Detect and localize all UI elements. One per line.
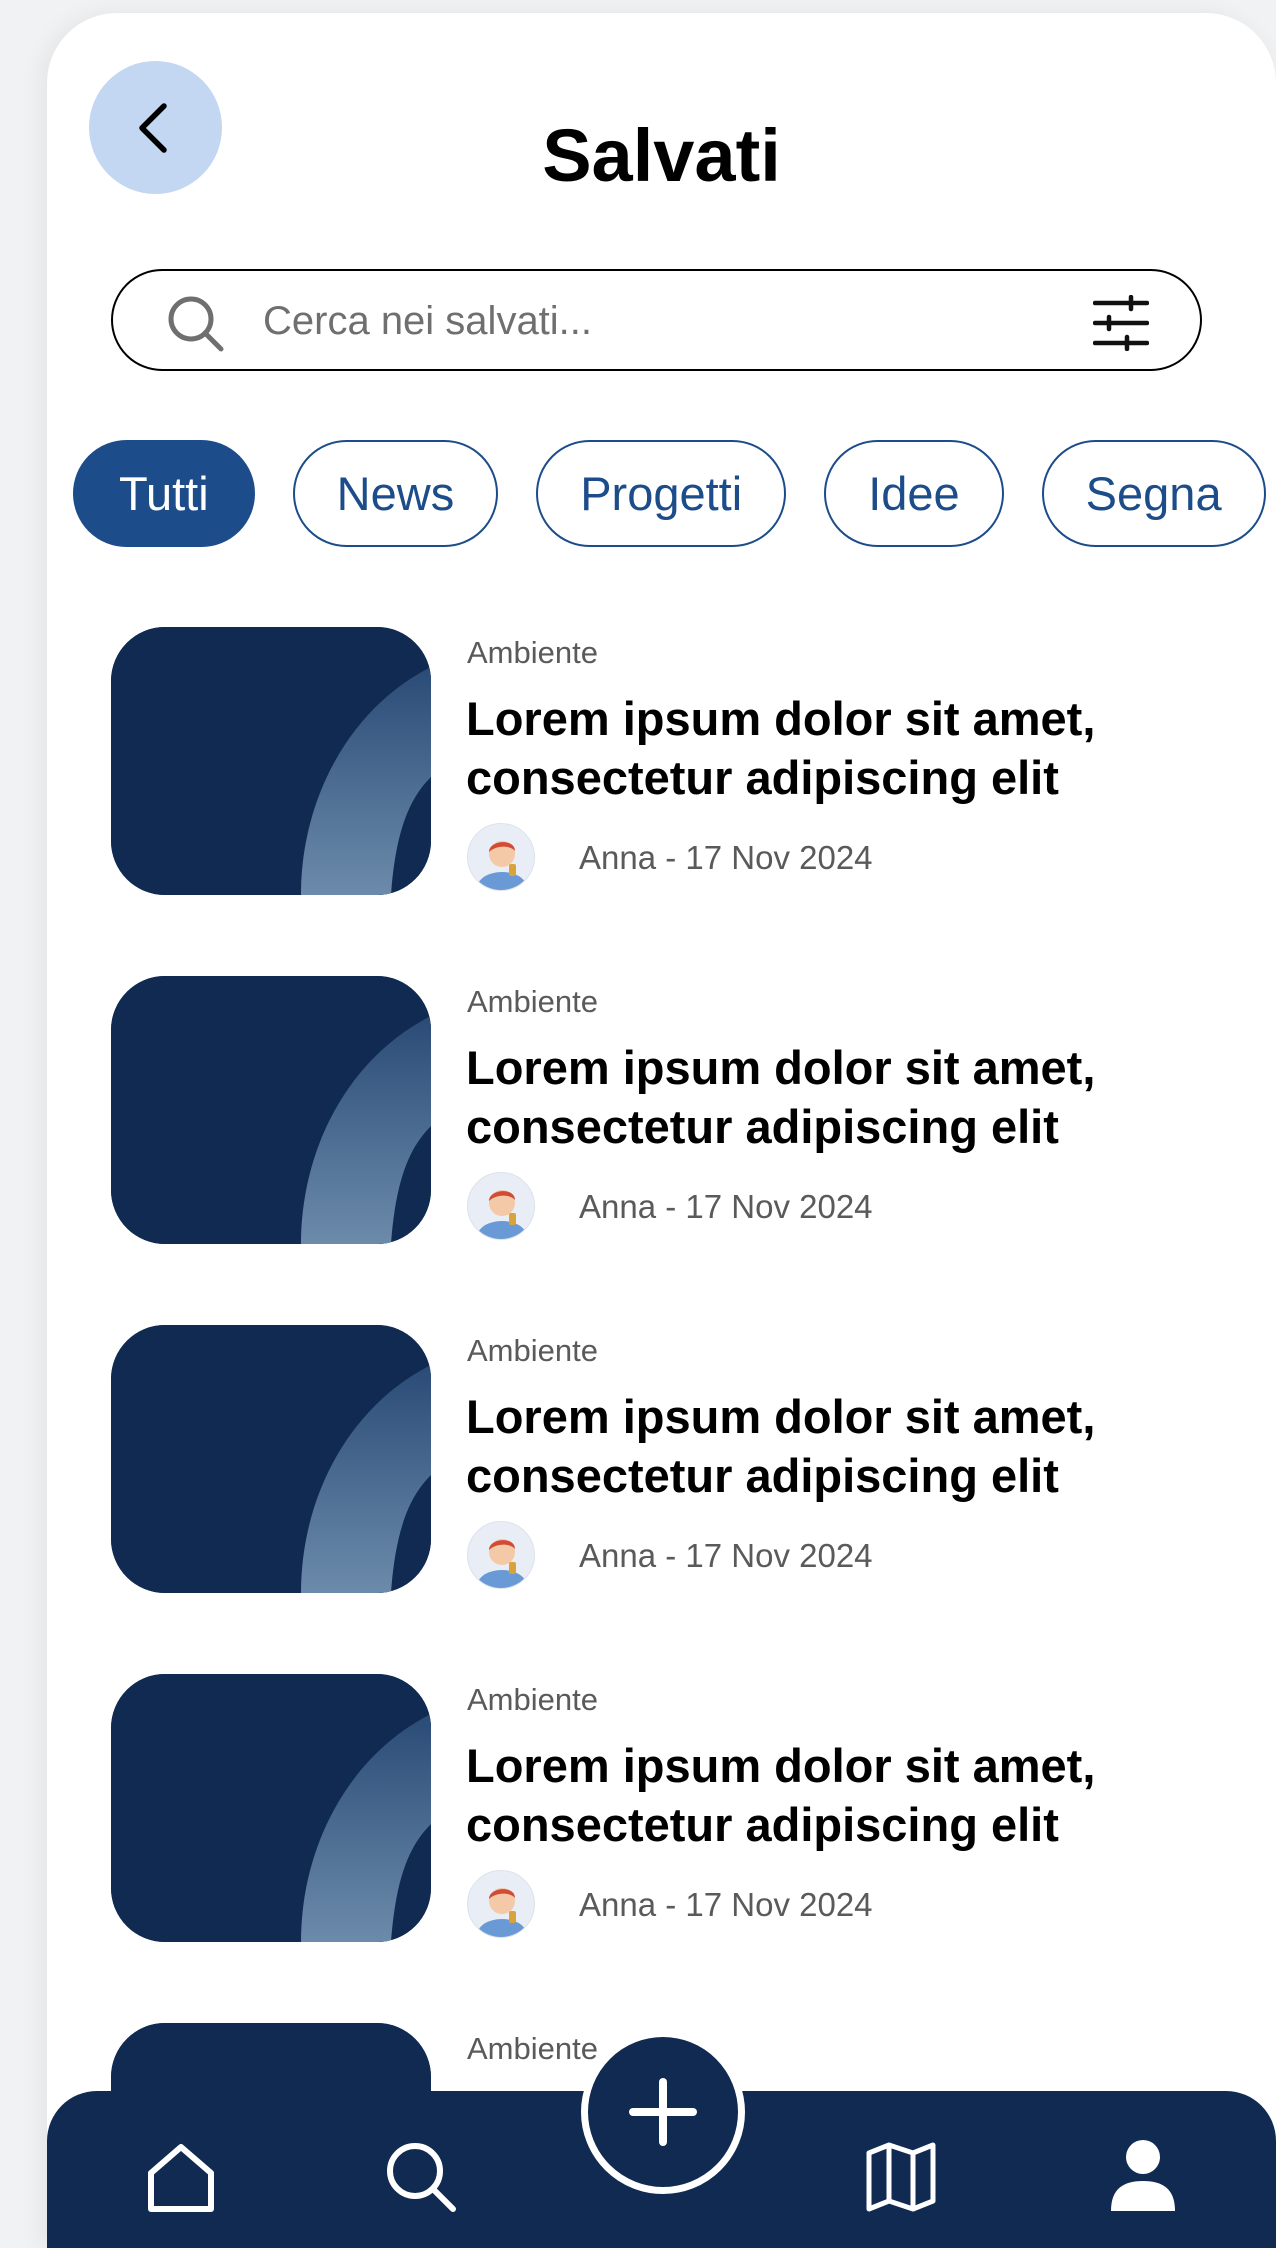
chip-tutti[interactable]: Tutti <box>73 440 255 547</box>
profile-icon[interactable] <box>1105 2139 1181 2215</box>
filter-sliders-icon[interactable] <box>1093 295 1149 351</box>
item-category: Ambiente <box>467 635 598 670</box>
item-title: Lorem ipsum dolor sit amet, consectetur … <box>466 1739 1096 1851</box>
thumbnail <box>111 1674 431 1942</box>
avatar <box>467 1521 535 1589</box>
add-icon <box>629 2078 697 2146</box>
list-item[interactable]: Ambiente Lorem ipsum dolor sit amet, con… <box>111 627 1251 895</box>
item-title: Lorem ipsum dolor sit amet, consectetur … <box>466 1041 1096 1153</box>
list-item[interactable]: Ambiente Lorem ipsum dolor sit amet, con… <box>111 1674 1251 1942</box>
item-category: Ambiente <box>467 1333 598 1368</box>
thumbnail <box>111 627 431 895</box>
phone-screen: Salvati Tutti News Progetti Idee Segna <box>47 13 1276 2248</box>
avatar <box>467 1172 535 1240</box>
chip-segnalazioni[interactable]: Segna <box>1041 440 1266 547</box>
search-icon[interactable] <box>383 2139 459 2215</box>
search-input[interactable] <box>261 291 1025 351</box>
avatar <box>467 823 535 891</box>
page-title: Salvati <box>542 114 781 197</box>
thumbnail <box>111 976 431 1244</box>
item-title: Lorem ipsum dolor sit amet, consectetur … <box>466 1390 1096 1502</box>
item-meta: Anna - 17 Nov 2024 <box>579 1537 873 1574</box>
chip-progetti[interactable]: Progetti <box>536 440 787 547</box>
item-title: Lorem ipsum dolor sit amet, consectetur … <box>466 692 1096 804</box>
item-meta: Anna - 17 Nov 2024 <box>579 1188 873 1225</box>
list-item[interactable]: Ambiente Lorem ipsum dolor sit amet, con… <box>111 1325 1251 1593</box>
item-meta: Anna - 17 Nov 2024 <box>579 839 873 876</box>
item-category: Ambiente <box>467 2031 598 2066</box>
map-icon[interactable] <box>863 2139 939 2215</box>
item-category: Ambiente <box>467 1682 598 1717</box>
list-item[interactable]: Ambiente Lorem ipsum dolor sit amet, con… <box>111 976 1251 1244</box>
avatar <box>467 1870 535 1938</box>
item-meta: Anna - 17 Nov 2024 <box>579 1886 873 1923</box>
add-button[interactable] <box>581 2030 745 2194</box>
search-icon <box>168 296 224 352</box>
thumbnail <box>111 1325 431 1593</box>
search-bar[interactable] <box>111 269 1202 371</box>
home-icon[interactable] <box>143 2139 219 2215</box>
chip-idee[interactable]: Idee <box>824 440 1004 547</box>
category-chips: Tutti News Progetti Idee Segna <box>73 440 1276 547</box>
item-category: Ambiente <box>467 984 598 1019</box>
chip-news[interactable]: News <box>292 440 499 547</box>
